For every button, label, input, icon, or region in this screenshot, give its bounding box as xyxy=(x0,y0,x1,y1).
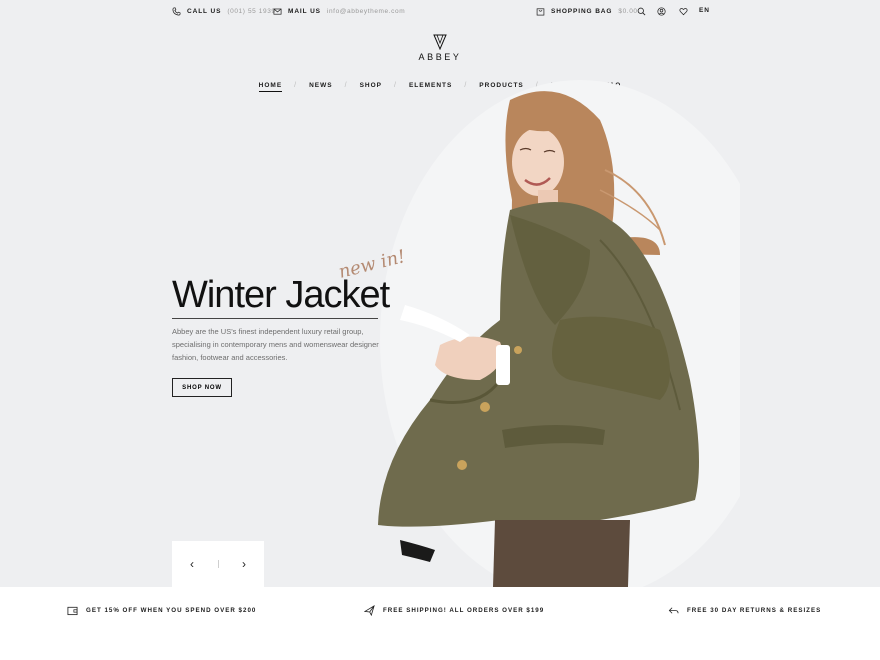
user-icon xyxy=(657,7,666,16)
search-icon xyxy=(637,7,646,16)
search-button[interactable] xyxy=(637,7,646,16)
hero-title-rule xyxy=(172,318,378,319)
slider-divider xyxy=(217,560,219,568)
mail-us[interactable]: MAIL US info@abbeytheme.com xyxy=(273,7,405,16)
mail-icon xyxy=(273,7,282,16)
perks-strip: GET 15% OFF WHEN YOU SPEND OVER $200 FRE… xyxy=(0,587,880,660)
shopping-bag[interactable]: SHOPPING BAG $0.00 xyxy=(536,7,638,16)
next-slide-button[interactable]: › xyxy=(242,558,246,570)
perk-discount: GET 15% OFF WHEN YOU SPEND OVER $200 xyxy=(67,605,256,616)
wallet-icon xyxy=(67,605,78,616)
bag-value: $0.00 xyxy=(618,8,638,15)
hero-section: CALL US (001) 55 1939 MAIL US info@abbey… xyxy=(0,0,880,587)
language-label: EN xyxy=(699,7,710,14)
bag-icon xyxy=(536,7,545,16)
top-bar: CALL US (001) 55 1939 MAIL US info@abbey… xyxy=(0,0,880,24)
call-label: CALL US xyxy=(187,8,222,15)
bag-label: SHOPPING BAG xyxy=(551,8,613,15)
phone-icon xyxy=(172,7,181,16)
heart-icon xyxy=(679,7,688,16)
mail-label: MAIL US xyxy=(288,8,321,15)
account-button[interactable] xyxy=(657,7,666,16)
call-us[interactable]: CALL US (001) 55 1939 xyxy=(172,7,276,16)
hero-title: Winter Jacket xyxy=(172,274,390,316)
language-switch[interactable]: EN xyxy=(699,7,710,14)
logo-text: ABBEY xyxy=(418,52,462,62)
hero-description: Abbey are the US's finest independent lu… xyxy=(172,327,379,362)
logo[interactable]: ABBEY xyxy=(0,34,880,62)
perk-discount-text: GET 15% OFF WHEN YOU SPEND OVER $200 xyxy=(86,607,257,614)
slider-controls: ‹ › xyxy=(172,541,264,587)
nav-item-home[interactable]: HOME xyxy=(247,82,295,92)
prev-slide-button[interactable]: ‹ xyxy=(190,558,194,570)
perk-returns-text: FREE 30 DAY RETURNS & RESIZES xyxy=(687,607,822,614)
perk-shipping: FREE SHIPPING! ALL ORDERS OVER $199 xyxy=(364,605,544,616)
perk-returns: FREE 30 DAY RETURNS & RESIZES xyxy=(668,605,821,616)
mail-value: info@abbeytheme.com xyxy=(326,8,406,15)
plane-icon xyxy=(364,605,375,616)
perk-shipping-text: FREE SHIPPING! ALL ORDERS OVER $199 xyxy=(383,607,545,614)
hero-model-image xyxy=(378,80,740,587)
call-value: (001) 55 1939 xyxy=(227,8,276,15)
wishlist-button[interactable] xyxy=(679,7,688,16)
logo-mark-icon xyxy=(433,34,447,50)
nav-item-news[interactable]: NEWS xyxy=(297,82,345,89)
shop-now-button[interactable]: SHOP NOW xyxy=(172,378,232,397)
return-icon xyxy=(668,605,679,616)
